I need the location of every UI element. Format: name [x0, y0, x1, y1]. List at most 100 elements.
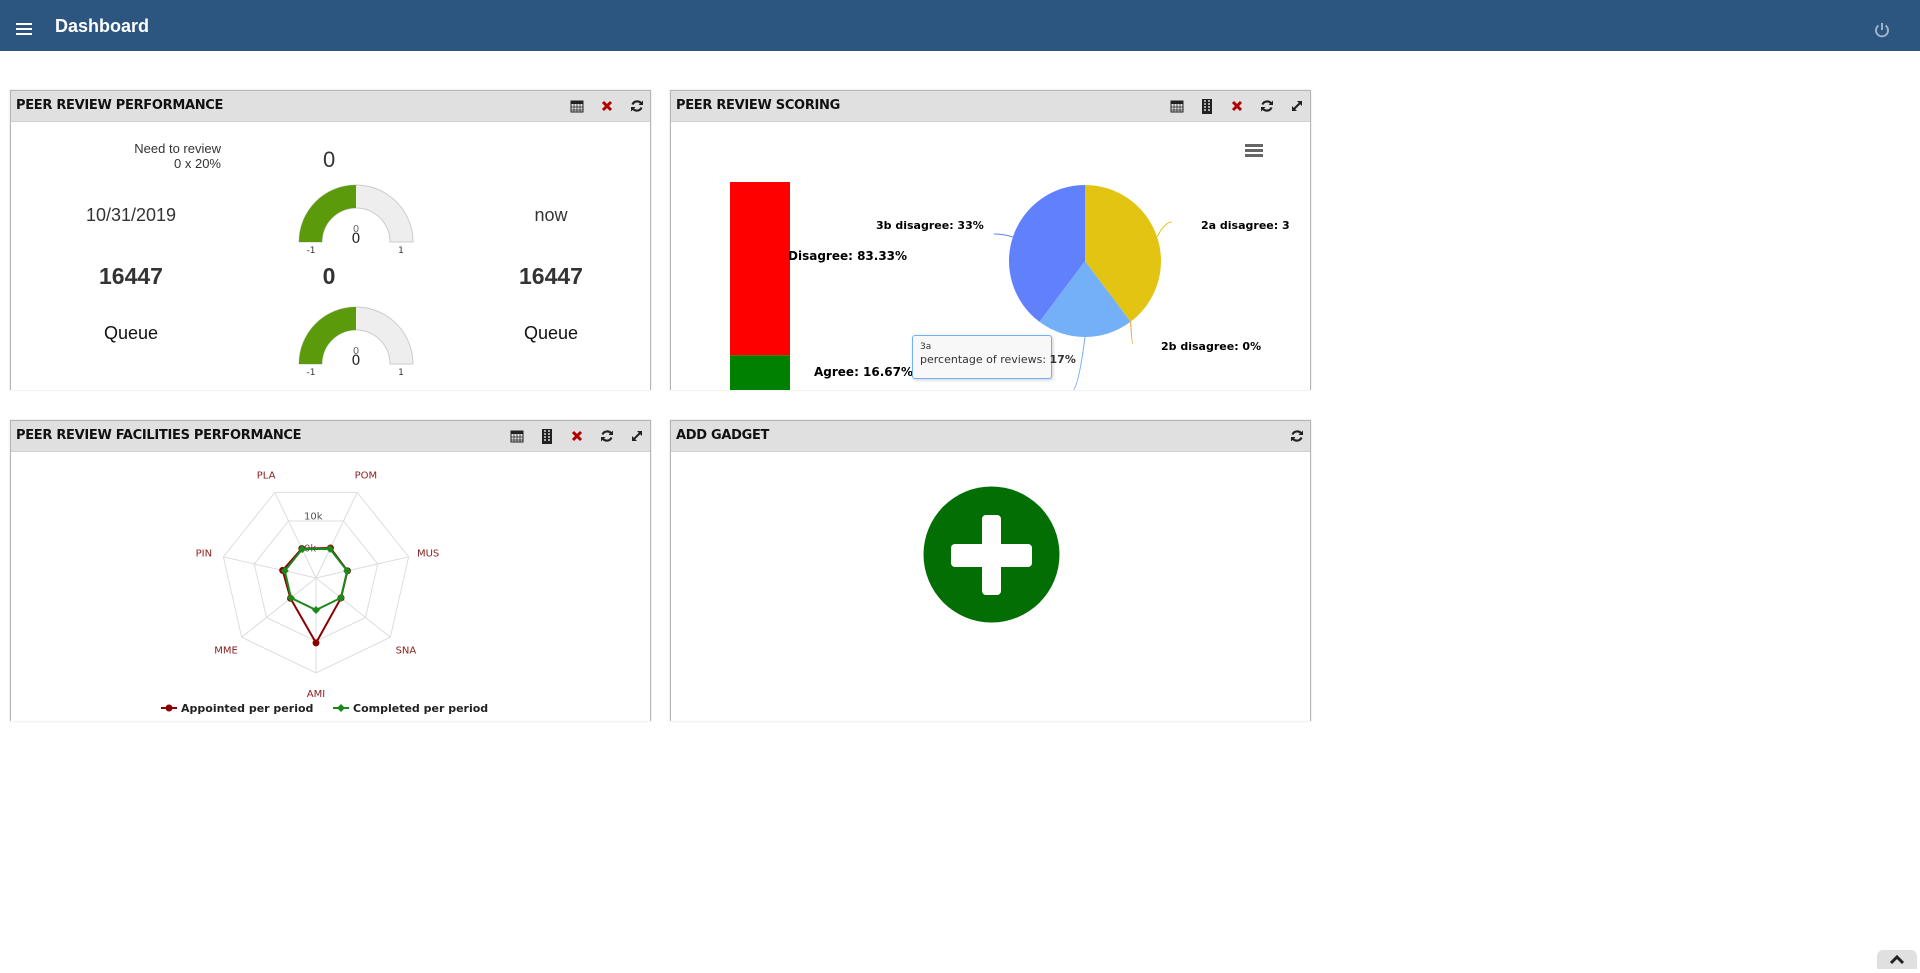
gauge-min-label: -1 [307, 246, 316, 254]
appointed-gauge: 00-11Appointed [298, 184, 414, 254]
close-button[interactable] [598, 97, 616, 115]
peer-review-facilities-panel: PEER REVIEW FACILITIES PERFORMANCE PLA PO… [10, 420, 651, 721]
need-to-review-label: Need to review 0 x 20% [121, 141, 221, 171]
gauge-fill [299, 185, 356, 242]
radar-axis-label: MUS [417, 548, 439, 559]
close-button[interactable] [1228, 97, 1246, 115]
top-bar: Dashboard [0, 0, 1920, 51]
left-queue-label: Queue [103, 323, 159, 343]
legend-marker [337, 704, 345, 712]
add-gadget-button[interactable] [923, 486, 1060, 623]
pie-tooltip: 3a percentage of reviews: 17% [912, 335, 1076, 379]
peer-review-scoring-panel: PEER REVIEW SCORING Disagree: 83.33% Agre… [670, 90, 1311, 390]
refresh-button[interactable] [628, 97, 646, 115]
tooltip-title: 3a [920, 342, 932, 352]
gauge-value: 0 [352, 353, 361, 369]
close-icon [1231, 100, 1243, 112]
refresh-icon [1291, 430, 1303, 442]
bar-segment-disagree [730, 182, 790, 356]
facility-button[interactable] [538, 427, 556, 445]
pie-connector [1130, 321, 1134, 345]
panel-title: PEER REVIEW PERFORMANCE [16, 98, 224, 113]
expand-button[interactable] [628, 427, 646, 445]
radar-spoke [274, 492, 317, 579]
legend-item-label: Appointed per period [181, 702, 313, 715]
radar-axis-label: AMI [307, 689, 325, 700]
legend-item-label: Completed per period [353, 702, 488, 715]
bar-data-label: Agree: 16.67% [814, 365, 913, 379]
pie-connector [993, 233, 1014, 238]
facilities-radar-chart: PLA POMMUSSNAAMIMMEPIN 0k10kAppointed per … [161, 470, 488, 715]
gauge-fill [299, 307, 356, 364]
radar-axis-label: PIN [196, 548, 212, 559]
panel-header: PEER REVIEW PERFORMANCE [11, 91, 650, 122]
tooltip-label: percentage of reviews: [920, 353, 1050, 366]
pie-data-label: 2b disagree: 0% [1161, 340, 1261, 353]
refresh-button[interactable] [1288, 427, 1306, 445]
radar-axis-label: PLA [257, 470, 276, 481]
gauge-value: 0 [352, 231, 361, 247]
need-to-review-text: Need to review [134, 141, 221, 156]
building-icon [542, 428, 552, 444]
calendar-icon [1170, 100, 1184, 113]
radar-spoke [223, 556, 317, 579]
bar-segment-agree [730, 355, 790, 390]
refresh-icon [601, 430, 613, 442]
refresh-button[interactable] [1258, 97, 1276, 115]
panel-title: PEER REVIEW SCORING [676, 98, 841, 113]
radar-point [312, 605, 320, 614]
right-queue-label: Queue [523, 323, 579, 343]
gauge-min-label: -1 [307, 368, 316, 376]
chevron-up-icon [1889, 954, 1905, 965]
expand-button[interactable] [1288, 97, 1306, 115]
refresh-icon [631, 100, 643, 112]
panel-title: PEER REVIEW FACILITIES PERFORMANCE [16, 428, 302, 443]
end-date: now [534, 205, 568, 225]
middle-count: 0 [322, 263, 336, 289]
radar-spoke [315, 577, 391, 638]
pie-data-label: 2a disagree: 3 [1201, 219, 1290, 232]
calendar-button[interactable] [1168, 97, 1186, 115]
gauge-max-label: 1 [398, 368, 404, 376]
radar-axis-label: MME [214, 646, 238, 657]
tooltip-value: 17% [1049, 353, 1076, 366]
bar-data-label: Disagree: 83.33% [788, 249, 907, 263]
panel-header: PEER REVIEW FACILITIES PERFORMANCE [11, 421, 650, 452]
refresh-button[interactable] [598, 427, 616, 445]
chart-menu-button[interactable] [1245, 144, 1263, 158]
expand-icon [632, 431, 642, 441]
need-to-review-formula: 0 x 20% [174, 156, 221, 171]
peer-review-performance-panel: PEER REVIEW PERFORMANCE Need to review 0… [10, 90, 651, 390]
radar-tick-label: 10k [304, 512, 323, 523]
panel-header: ADD GADGET [671, 421, 1310, 452]
panel-title: ADD GADGET [676, 428, 770, 443]
left-count: 16447 [99, 263, 163, 289]
pie-data-label: 3b disagree: 33% [876, 219, 984, 232]
add-gadget-panel: ADD GADGET [670, 420, 1311, 721]
refresh-icon [1261, 100, 1273, 112]
legend-marker [165, 704, 173, 712]
close-icon [571, 430, 583, 442]
calendar-button[interactable] [508, 427, 526, 445]
tooltip-line: percentage of reviews: 17% [920, 353, 1076, 366]
calendar-button[interactable] [568, 97, 586, 115]
chart-menu-icon [1245, 144, 1263, 157]
radar-point [312, 639, 320, 647]
hamburger-icon[interactable] [16, 23, 32, 35]
calendar-icon [570, 100, 584, 113]
close-button[interactable] [568, 427, 586, 445]
right-count: 16447 [519, 263, 583, 289]
radar-spoke [315, 492, 358, 579]
need-to-review-value: 0 [323, 147, 336, 172]
building-icon [1202, 98, 1212, 114]
power-icon[interactable] [1873, 21, 1891, 39]
radar-spoke [315, 556, 409, 579]
pie-connector [1156, 221, 1173, 238]
radar-axis-label: SNA [396, 646, 417, 657]
scroll-to-top-button[interactable] [1877, 950, 1917, 969]
facility-button[interactable] [1198, 97, 1216, 115]
page-title: Dashboard [55, 16, 150, 36]
panel-header: PEER REVIEW SCORING [671, 91, 1310, 122]
radar-axis-label: POM [355, 470, 378, 481]
calendar-icon [510, 430, 524, 443]
